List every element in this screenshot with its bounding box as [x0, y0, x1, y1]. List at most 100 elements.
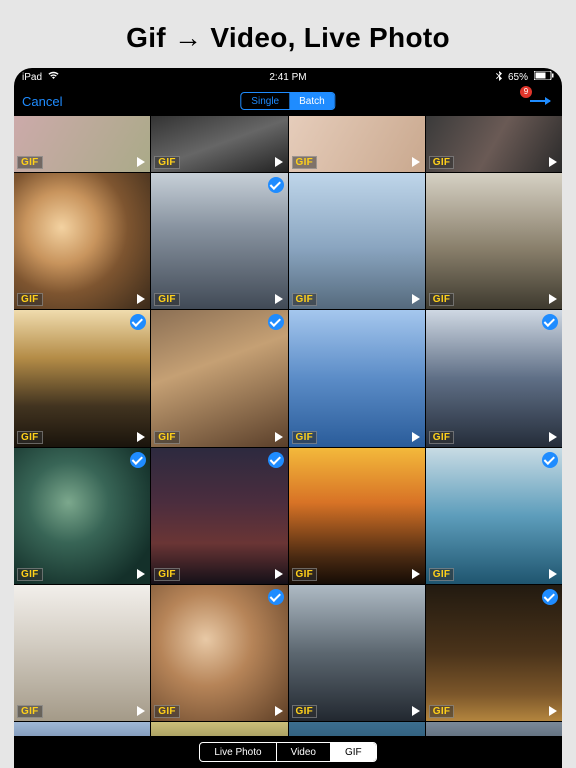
grid-tile[interactable]: GIF — [151, 173, 287, 309]
clock: 2:41 PM — [199, 72, 376, 83]
gif-badge: GIF — [17, 705, 43, 718]
thumbnail-image — [14, 448, 150, 584]
gif-badge: GIF — [154, 705, 180, 718]
gif-badge: GIF — [292, 568, 318, 581]
thumbnail-image — [289, 722, 425, 736]
checkmark-icon — [268, 589, 284, 605]
play-icon — [275, 294, 283, 304]
play-icon — [137, 294, 145, 304]
grid-tile[interactable]: GIF — [14, 585, 150, 721]
gif-badge: GIF — [292, 431, 318, 444]
media-type-segmented[interactable]: Live Photo Video GIF — [199, 742, 376, 762]
play-icon — [412, 432, 420, 442]
play-icon — [412, 706, 420, 716]
thumbnail-image — [14, 585, 150, 721]
device-label: iPad — [22, 72, 42, 83]
nav-bar: Cancel Single Batch 9 — [14, 86, 562, 116]
grid-scroll[interactable]: GIFGIFGIFGIFGIFGIFGIFGIFGIFGIFGIFGIFGIFG… — [14, 116, 562, 736]
segment-video[interactable]: Video — [277, 743, 331, 761]
segment-single[interactable]: Single — [241, 93, 289, 109]
device-frame: iPad 2:41 PM 65% Cancel Single Batch 9 — [14, 68, 562, 768]
thumbnail-image — [289, 310, 425, 446]
grid-tile[interactable]: GIF — [289, 722, 425, 736]
bottom-toolbar: Live Photo Video GIF — [14, 736, 562, 768]
bluetooth-icon — [496, 71, 502, 84]
gif-badge: GIF — [17, 293, 43, 306]
segment-gif[interactable]: GIF — [331, 743, 376, 761]
checkmark-icon — [542, 589, 558, 605]
arrow-right-icon — [530, 100, 550, 102]
play-icon — [275, 569, 283, 579]
grid-tile[interactable]: GIF — [289, 116, 425, 172]
play-icon — [549, 706, 557, 716]
thumbnail-image — [426, 173, 562, 309]
play-icon — [275, 157, 283, 167]
thumbnail-image — [151, 722, 287, 736]
grid-tile[interactable]: GIF — [426, 310, 562, 446]
gif-badge: GIF — [429, 156, 455, 169]
gif-badge: GIF — [17, 156, 43, 169]
grid-tile[interactable]: GIF — [14, 116, 150, 172]
grid-tile[interactable]: GIF — [151, 585, 287, 721]
grid-tile[interactable]: GIF — [289, 448, 425, 584]
play-icon — [137, 569, 145, 579]
media-grid: GIFGIFGIFGIFGIFGIFGIFGIFGIFGIFGIFGIFGIFG… — [14, 116, 562, 736]
play-icon — [549, 569, 557, 579]
gif-badge: GIF — [429, 431, 455, 444]
gif-badge: GIF — [292, 156, 318, 169]
play-icon — [137, 157, 145, 167]
checkmark-icon — [268, 314, 284, 330]
thumbnail-image — [151, 173, 287, 309]
thumbnail-image — [14, 722, 150, 736]
grid-tile[interactable]: GIF — [289, 310, 425, 446]
play-icon — [137, 432, 145, 442]
grid-tile[interactable]: GIF — [426, 116, 562, 172]
grid-tile[interactable]: GIF — [426, 585, 562, 721]
play-icon — [412, 569, 420, 579]
thumbnail-image — [14, 173, 150, 309]
grid-tile[interactable]: GIF — [426, 173, 562, 309]
grid-tile[interactable]: GIF — [14, 310, 150, 446]
grid-tile[interactable]: GIF — [14, 448, 150, 584]
segment-batch[interactable]: Batch — [289, 93, 335, 109]
gif-badge: GIF — [292, 293, 318, 306]
grid-tile[interactable]: GIF — [426, 448, 562, 584]
mode-segmented[interactable]: Single Batch — [240, 92, 335, 110]
gif-badge: GIF — [429, 568, 455, 581]
play-icon — [549, 432, 557, 442]
play-icon — [137, 706, 145, 716]
gif-badge: GIF — [154, 431, 180, 444]
thumbnail-image — [289, 173, 425, 309]
thumbnail-image — [151, 310, 287, 446]
cancel-button[interactable]: Cancel — [22, 94, 62, 109]
thumbnail-image — [426, 448, 562, 584]
grid-tile[interactable]: GIF — [289, 173, 425, 309]
grid-tile[interactable]: GIF — [14, 722, 150, 736]
thumbnail-image — [151, 448, 287, 584]
wifi-icon — [48, 71, 59, 83]
gif-badge: GIF — [154, 568, 180, 581]
battery-icon — [534, 71, 554, 83]
grid-tile[interactable]: GIF — [14, 173, 150, 309]
thumbnail-image — [426, 722, 562, 736]
battery-pct: 65% — [508, 72, 528, 83]
grid-tile[interactable]: GIF — [151, 310, 287, 446]
selection-count-badge: 9 — [520, 86, 532, 98]
gif-badge: GIF — [154, 156, 180, 169]
grid-tile[interactable]: GIF — [289, 585, 425, 721]
play-icon — [549, 157, 557, 167]
checkmark-icon — [268, 452, 284, 468]
grid-tile[interactable]: GIF — [151, 116, 287, 172]
gif-badge: GIF — [17, 431, 43, 444]
grid-tile[interactable]: GIF — [151, 448, 287, 584]
segment-livephoto[interactable]: Live Photo — [200, 743, 276, 761]
export-button[interactable]: 9 — [526, 92, 554, 110]
gif-badge: GIF — [17, 568, 43, 581]
play-icon — [275, 432, 283, 442]
gif-badge: GIF — [292, 705, 318, 718]
thumbnail-image — [426, 585, 562, 721]
grid-tile[interactable]: GIF — [151, 722, 287, 736]
gif-badge: GIF — [429, 293, 455, 306]
grid-tile[interactable]: GIF — [426, 722, 562, 736]
play-icon — [549, 294, 557, 304]
